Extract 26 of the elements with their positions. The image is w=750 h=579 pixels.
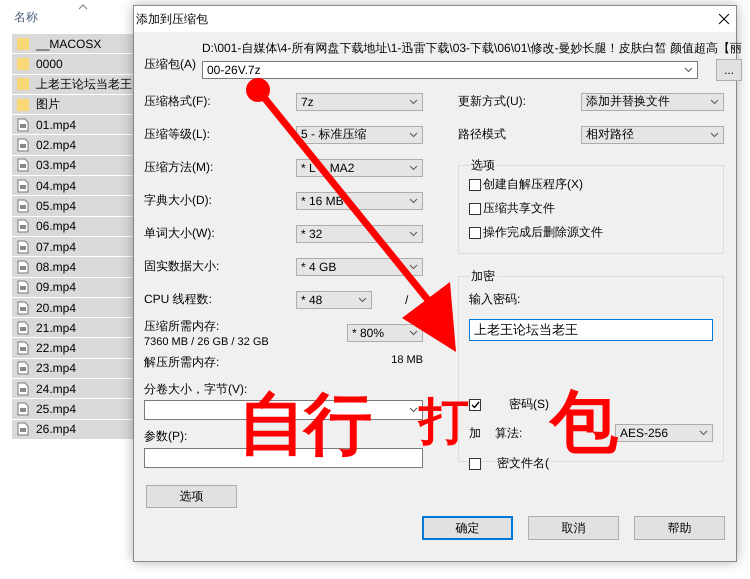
- archive-path: D:\001-自媒体\4-所有网盘下载地址\1-迅雷下载\03-下载\06\01\修改-曼妙长腿！皮肤白皙 颜值超高【丽: [202, 40, 742, 57]
- field-label: 更新方式(U):: [458, 93, 527, 110]
- field-label: 加: [469, 424, 481, 442]
- field-label: 单词大小(W):: [144, 225, 216, 242]
- memory-usage: 18 MB: [391, 354, 423, 368]
- group-title: 加密: [470, 268, 496, 285]
- field-label: 参数(P):: [144, 428, 188, 445]
- field-label: 算法:: [495, 424, 522, 442]
- field-label: CPU 线程数:: [144, 291, 214, 308]
- field-label: 压缩等级(L):: [144, 126, 211, 143]
- annotation-character: 打: [419, 396, 469, 446]
- field-label: 压缩包(A): [144, 56, 196, 73]
- field-label: 输入密码:: [469, 291, 522, 308]
- field-label: 压缩所需内存:: [144, 318, 220, 335]
- field-label: 路径模式: [458, 126, 507, 143]
- field-label: 字典大小(D):: [144, 192, 213, 209]
- thread-total: /: [405, 292, 408, 306]
- field-label: 压缩格式(F):: [144, 93, 212, 110]
- memory-usage: 7360 MB / 26 GB / 32 GB: [144, 336, 269, 348]
- field-label: 压缩方法(M):: [144, 159, 214, 176]
- annotation-character: 行: [304, 390, 372, 458]
- field-label: 固实数据大小:: [144, 258, 220, 275]
- group-title: 选项: [470, 157, 496, 174]
- window-title: 添加到压缩包: [136, 10, 208, 28]
- annotation-character: 包: [550, 388, 618, 456]
- field-label: 解压所需内存:: [144, 354, 220, 371]
